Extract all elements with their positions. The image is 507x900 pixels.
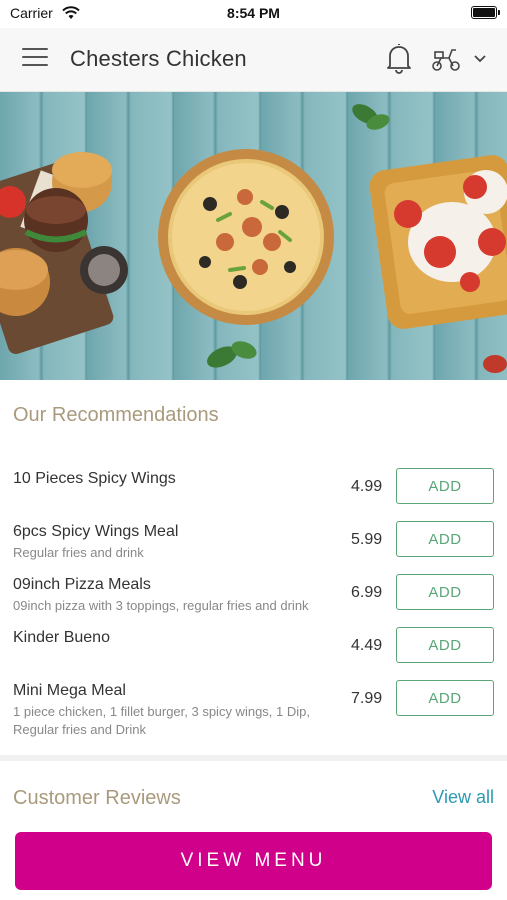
app-header: Chesters Chicken — [0, 28, 507, 92]
item-description: 09inch pizza with 3 toppings, regular fr… — [13, 598, 309, 613]
page-title: Chesters Chicken — [70, 46, 247, 71]
item-price: 4.49 — [351, 637, 383, 654]
add-button[interactable]: ADD — [396, 521, 494, 557]
menu-icon[interactable] — [22, 48, 48, 70]
reviews-title: Customer Reviews — [13, 787, 181, 809]
battery-icon — [471, 6, 500, 19]
item-name: Mini Mega Meal — [13, 682, 126, 699]
item-name: 09inch Pizza Meals — [13, 576, 151, 593]
item-description: 1 piece chicken, 1 fillet burger, 3 spic… — [13, 704, 310, 737]
status-time: 8:54 PM — [227, 5, 280, 21]
add-button[interactable]: ADD — [396, 627, 494, 663]
add-button[interactable]: ADD — [396, 468, 494, 504]
item-description: Regular fries and drink — [13, 545, 144, 560]
add-button[interactable]: ADD — [396, 680, 494, 716]
section-divider — [0, 755, 507, 761]
view-menu-button[interactable]: VIEW MENU — [15, 832, 492, 890]
view-all-link[interactable]: View all — [432, 787, 494, 808]
chevron-down-icon[interactable] — [472, 52, 488, 66]
item-price: 5.99 — [351, 531, 383, 548]
hero-food-illustration — [0, 104, 507, 373]
item-name: 10 Pieces Spicy Wings — [13, 470, 176, 487]
item-price: 4.99 — [351, 478, 383, 495]
recommendations-title: Our Recommendations — [13, 404, 219, 426]
add-button[interactable]: ADD — [396, 574, 494, 610]
recommendations-section: Our Recommendations 10 Pieces Spicy Wing… — [0, 380, 507, 755]
scooter-icon[interactable] — [431, 46, 461, 72]
bell-icon[interactable] — [384, 42, 414, 74]
item-name: 6pcs Spicy Wings Meal — [13, 523, 179, 540]
hero-banner — [0, 92, 507, 380]
item-price: 6.99 — [351, 584, 383, 601]
item-name: Kinder Bueno — [13, 629, 110, 646]
status-bar: Carrier 8:54 PM — [0, 0, 507, 28]
item-price: 7.99 — [351, 690, 383, 707]
